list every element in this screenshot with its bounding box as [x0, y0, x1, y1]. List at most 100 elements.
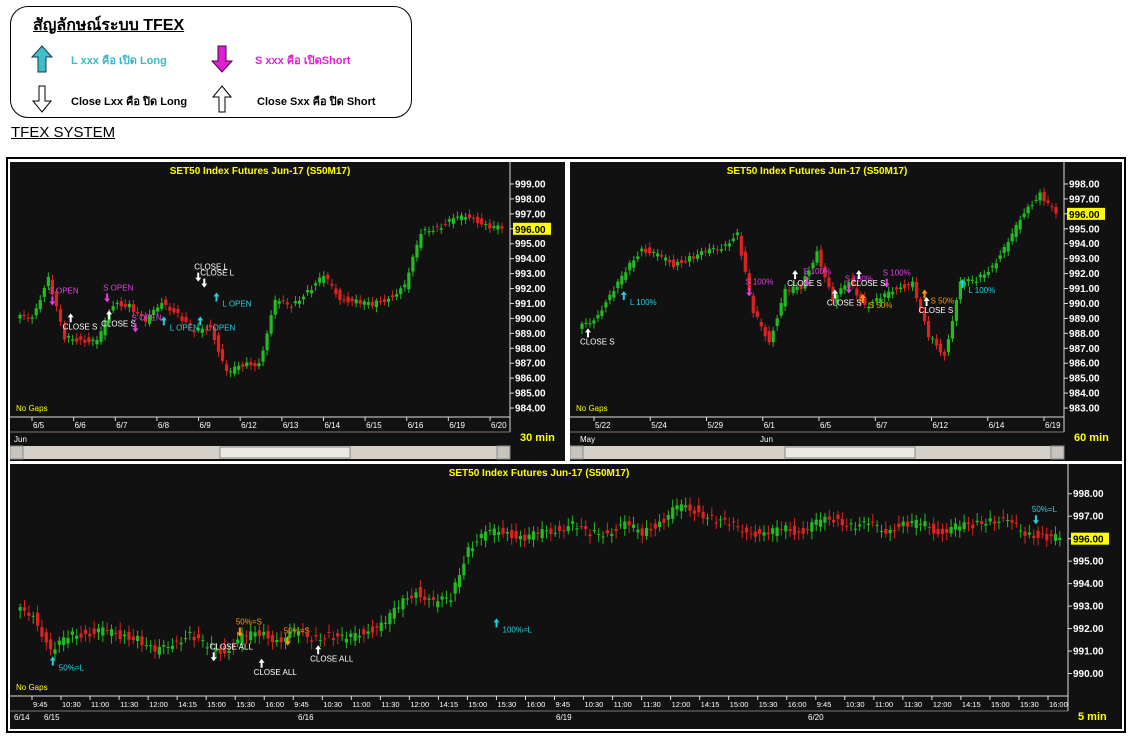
chart-background — [10, 464, 1122, 729]
y-tick-label: 984.00 — [1069, 389, 1100, 400]
candle-body — [289, 306, 293, 308]
candle-body — [640, 248, 644, 252]
candle-body — [970, 279, 974, 281]
scroll-left-button[interactable] — [570, 445, 584, 460]
candle-body — [156, 307, 160, 312]
candle-body — [745, 527, 749, 533]
candle-body — [366, 631, 370, 634]
candle-body — [449, 600, 453, 603]
candle-body — [945, 528, 949, 533]
candle-body — [990, 265, 994, 268]
y-tick-label: 986.00 — [515, 374, 546, 385]
candle-body — [261, 350, 265, 362]
candle-body — [501, 527, 505, 534]
scroll-right-button[interactable] — [496, 445, 511, 460]
candle-body — [480, 218, 484, 225]
candle-body — [740, 531, 744, 533]
scrollbar-thumb[interactable] — [219, 446, 351, 459]
candle-body — [229, 371, 233, 373]
x-tick-label: 12:00 — [933, 700, 952, 709]
candle-body — [527, 534, 531, 540]
annotation-label: S 50% — [869, 301, 893, 310]
candle-body — [1027, 532, 1031, 535]
candle-body — [75, 338, 79, 342]
annotation-label: CLOSE S — [787, 279, 822, 288]
annotation-label: 50%=S — [236, 618, 262, 627]
candle-body — [575, 528, 579, 530]
candle-body — [1034, 199, 1038, 201]
candle-body — [357, 635, 362, 638]
candle-body — [766, 532, 770, 535]
candle-body — [318, 640, 322, 642]
annotation-label: 100%=L — [503, 625, 533, 634]
no-gaps-label: No Gaps — [16, 404, 48, 413]
candle-body — [423, 229, 427, 231]
candle-body — [901, 521, 905, 526]
candle-body — [88, 633, 92, 637]
candle-body — [688, 504, 692, 511]
x-tick-label: 6/6 — [75, 421, 87, 430]
candle-body — [350, 298, 354, 302]
x-tick-label: 12:00 — [410, 700, 429, 709]
annotation-label: CLOSE S — [63, 322, 98, 331]
annotation-label: CLOSE S — [851, 279, 886, 288]
candle-body — [938, 343, 943, 353]
y-tick-label: 997.00 — [1069, 194, 1100, 205]
y-tick-label: 989.00 — [1069, 314, 1100, 325]
candle-body — [710, 514, 714, 516]
candle-body — [715, 249, 720, 251]
candle-body — [378, 301, 383, 303]
x-tick-label: 5/29 — [708, 421, 724, 430]
candle-body — [1010, 233, 1014, 242]
annotation-label: S OPEN — [48, 287, 78, 296]
annotation-label: 50%=L — [59, 664, 85, 673]
candle-body — [327, 632, 331, 634]
scrollbar-thumb[interactable] — [784, 446, 916, 459]
candle-body — [144, 644, 148, 646]
candle-body — [658, 521, 662, 527]
candle-body — [451, 218, 455, 224]
scroll-right-button[interactable] — [1050, 445, 1065, 460]
day-label: 6/14 — [14, 713, 30, 722]
candle-body — [771, 528, 775, 534]
candle-body — [366, 302, 370, 306]
candle-body — [488, 530, 492, 532]
y-tick-label: 993.00 — [1069, 254, 1100, 265]
candle-body — [636, 529, 640, 533]
candle-body — [314, 283, 318, 286]
candle-body — [986, 271, 990, 275]
candle-body — [644, 248, 648, 253]
candle-body — [926, 320, 931, 338]
scroll-left-button[interactable] — [10, 445, 24, 460]
candle-body — [166, 647, 170, 649]
candle-body — [580, 323, 584, 329]
candle-body — [895, 287, 899, 290]
arrow-down-magenta-icon — [211, 45, 233, 73]
annotation-label: CLOSE L — [200, 269, 234, 278]
annotation-label: CLOSE ALL — [210, 642, 254, 651]
candle-body — [679, 260, 684, 264]
candle-body — [907, 284, 911, 286]
candle-body — [476, 216, 480, 224]
candle-body — [518, 535, 523, 540]
day-label: 6/15 — [44, 713, 60, 722]
candle-body — [435, 226, 439, 228]
candle-body — [866, 523, 871, 526]
candle-body — [827, 277, 831, 288]
candle-body — [652, 251, 656, 253]
candle-body — [79, 633, 83, 638]
candle-body — [53, 649, 57, 654]
x-tick-label: 14:15 — [178, 700, 197, 709]
candle-body — [349, 633, 353, 637]
candle-body — [500, 226, 504, 229]
candle-body — [1049, 534, 1053, 537]
candle-body — [440, 596, 444, 600]
candle-body — [415, 244, 419, 258]
candle-body — [668, 260, 672, 263]
candle-body — [279, 637, 283, 643]
candle-body — [675, 505, 679, 510]
candle-body — [718, 519, 723, 521]
candle-body — [975, 520, 979, 523]
candle-body — [353, 633, 357, 641]
candle-body — [584, 322, 588, 324]
